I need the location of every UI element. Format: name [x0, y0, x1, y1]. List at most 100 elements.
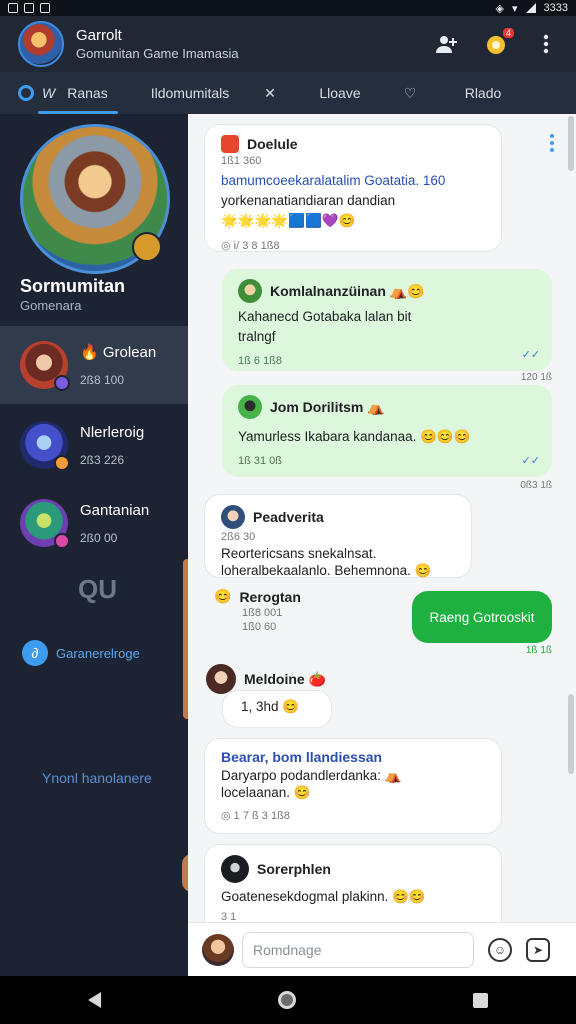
message-bubble[interactable]: 😊 Rerogtan 1ß8 001 1ß0 60: [206, 584, 366, 640]
message-text: Yamurless Ikabara kandanaa. 😊😊😊: [238, 429, 471, 444]
message-time: ◎ 1 7 ß 3 1ß8: [221, 810, 290, 822]
chat-name: 🔥 Grolean: [80, 344, 157, 361]
community-link-label: Garanerelroge: [56, 645, 140, 661]
add-user-icon: [436, 36, 457, 53]
tab-favorites[interactable]: ♡: [390, 72, 430, 114]
message-text: loheralbekaalanlo. Behemnona. 😊: [221, 563, 432, 578]
read-receipt-icon: ✓✓: [521, 349, 540, 361]
add-member-button[interactable]: [434, 32, 458, 56]
message-meta: 3 1: [221, 911, 237, 922]
message-text: yorkenanatiandiaran dandian: [221, 193, 396, 208]
message-meta: 1ß0 60: [242, 621, 277, 633]
message-text: 1, 3hd 😊: [241, 699, 300, 714]
settings-icon: [40, 3, 50, 13]
sidebar-chat-item[interactable]: Gantanian 2ß0 00: [0, 484, 188, 562]
tab-lloave[interactable]: Lloave: [290, 72, 390, 114]
tab-rlado[interactable]: Rlado: [430, 72, 536, 114]
notifications-button[interactable]: 4: [484, 28, 514, 56]
recents-icon[interactable]: [472, 992, 488, 1008]
sidebar-chat-item[interactable]: Nlerleroig 2ß3 226: [0, 406, 188, 484]
chat-avatar: [20, 421, 70, 471]
message-bubble[interactable]: Komlalnanzüinan ⛺😊 Kahanecd Gotabaka lal…: [222, 269, 552, 371]
message-bubble[interactable]: Jom Dorilitsm ⛺ Yamurless Ikabara kandan…: [222, 385, 552, 477]
close-icon: ✕: [264, 84, 276, 101]
emoji-button[interactable]: ☺: [488, 937, 512, 962]
tab-label: Ranas: [67, 85, 108, 101]
sidebar-chat-item[interactable]: 🔥 Grolean 2ß8 100: [0, 326, 188, 404]
chat-name: Gantanian: [80, 501, 150, 519]
message-bubble[interactable]: 1, 3hd 😊: [222, 690, 332, 728]
mute-icon: ◈: [495, 2, 504, 15]
message-meta: 2ß6 30: [221, 531, 256, 543]
message-time: ◎ i/ 3 8 1ß8: [221, 240, 280, 252]
message-meta: 1ß1 360: [221, 155, 262, 167]
group-avatar[interactable]: [18, 21, 64, 67]
chat-area[interactable]: Doelule 1ß1 360 bamumcoeekaralatalim Goa…: [188, 114, 576, 922]
message-meta: 1ß8 001: [242, 607, 283, 619]
back-icon[interactable]: [88, 992, 102, 1008]
signal-icon: [525, 3, 536, 13]
message-composer: Romdnage ☺ ➤: [188, 922, 576, 976]
group-title: Garrolt: [76, 27, 122, 44]
tab-ildomumitals[interactable]: Ildomumitals: [130, 72, 250, 114]
system-nav-bar: [0, 976, 576, 1024]
message-bubble[interactable]: Bearar, bom llandiessan Daryarpo podandl…: [204, 738, 502, 834]
chat-time: 2ß8 100: [80, 373, 125, 387]
sender-name: Sorerphlen: [257, 861, 331, 877]
message-timestamp: 120 1ß: [520, 372, 552, 383]
eye-icon: ◎: [221, 240, 231, 252]
sidebar-footer-link[interactable]: Ynonl hanolanere: [42, 770, 152, 786]
message-text: tralngf: [238, 329, 276, 344]
read-receipt-icon: ✓✓: [521, 455, 540, 467]
message-time: 1ß 6 1ß8: [238, 355, 283, 367]
sender-name: Meldoine 🍅: [244, 670, 326, 687]
group-subtitle: Gomunitan Game Imamasia: [76, 46, 239, 61]
sender-avatar: [221, 135, 239, 153]
sender-avatar: [238, 395, 262, 419]
message-input[interactable]: Romdnage: [242, 931, 474, 968]
message-text: Daryarpo podandlerdanka: ⛺: [221, 768, 402, 783]
message-text: Raeng Gotrooskit: [429, 609, 535, 625]
user-avatar[interactable]: [202, 933, 234, 966]
scrollbar[interactable]: [568, 116, 574, 171]
message-bubble[interactable]: Sorerphlen Goatenesekdogmal plakinn. 😊😊 …: [204, 844, 502, 922]
sender-name: Rerogtan: [239, 588, 301, 605]
chat-avatar: [20, 499, 70, 549]
status-bar: ◈ ▾ 3333: [0, 0, 576, 16]
app-icon: [24, 3, 34, 13]
sender-avatar: [221, 855, 249, 883]
sender-name: Bearar, bom llandiessan: [221, 749, 383, 765]
home-icon[interactable]: [277, 991, 296, 1009]
status-dot-icon: [54, 533, 70, 549]
tab-ranas[interactable]: W Ranas: [0, 72, 130, 114]
link-icon: ∂: [22, 640, 48, 666]
sender-name: Jom Dorilitsm ⛺: [270, 398, 385, 415]
tab-prefix: W: [42, 85, 56, 101]
kebab-icon: [543, 34, 549, 54]
status-dot-icon: [54, 455, 70, 471]
sender-name: Peadverita: [253, 509, 324, 525]
tab-label: Rlado: [464, 85, 502, 101]
tab-close[interactable]: ✕: [250, 72, 290, 114]
wifi-icon: ▾: [511, 2, 518, 15]
scrollbar-thumb[interactable]: [568, 694, 574, 774]
message-timestamp: 0ß3 1ß: [520, 480, 552, 491]
rank-badge-icon: [132, 232, 162, 262]
send-button[interactable]: ➤: [526, 937, 550, 962]
community-link[interactable]: ∂ Garanerelroge: [22, 640, 140, 666]
more-menu-button[interactable]: [534, 32, 558, 56]
sidebar: Sormumitan Gomenara 🔥 Grolean 2ß8 100 Nl…: [0, 114, 192, 976]
message-bubble[interactable]: Peadverita 2ß6 30 Reortericsans snekalns…: [204, 494, 472, 578]
notification-icon: [8, 3, 18, 13]
message-bubble[interactable]: Doelule 1ß1 360 bamumcoeekaralatalim Goa…: [204, 124, 502, 252]
sender-avatar: [221, 505, 245, 529]
message-timestamp: 1ß 1ß: [525, 645, 552, 656]
profile-name: Sormumitan: [20, 276, 126, 296]
app-header: Garrolt Gomunitan Game Imamasia 4: [0, 16, 576, 72]
sent-message-bubble[interactable]: Raeng Gotrooskit: [412, 591, 552, 643]
message-menu-icon[interactable]: [550, 134, 554, 152]
message-text: Reortericsans snekalnsat.: [221, 546, 377, 561]
message-time: 1ß 31 0ß: [238, 455, 283, 467]
sender-avatar: [238, 279, 262, 303]
tab-label: Ildomumitals: [150, 85, 230, 101]
